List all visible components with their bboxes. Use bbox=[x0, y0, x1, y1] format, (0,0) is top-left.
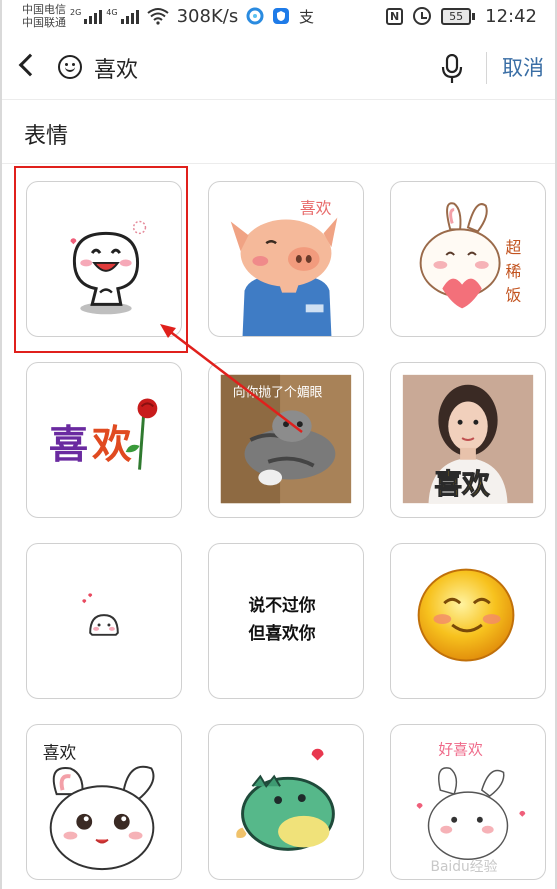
sticker-caption: 喜欢 bbox=[300, 199, 332, 218]
header-divider bbox=[486, 52, 487, 84]
clock: 12:42 bbox=[485, 5, 537, 27]
sticker-dino-image bbox=[236, 748, 335, 851]
carrier-names: 中国电信 中国联通 bbox=[22, 3, 66, 29]
svg-text:支: 支 bbox=[299, 8, 314, 25]
nfc-icon: N bbox=[386, 7, 404, 25]
svg-text:饭: 饭 bbox=[506, 285, 522, 304]
highlight-box bbox=[14, 166, 188, 353]
svg-text:喜: 喜 bbox=[49, 422, 88, 468]
qq-browser-icon bbox=[246, 7, 264, 25]
sticker-bunny-love[interactable]: 好喜欢 Baidu经验 bbox=[390, 724, 546, 880]
svg-text:欢: 欢 bbox=[91, 422, 132, 468]
search-input[interactable]: 喜欢 bbox=[94, 52, 138, 84]
sticker-smiley-image bbox=[417, 568, 515, 662]
sticker-caption: 好喜欢 bbox=[438, 742, 483, 759]
carrier-bottom: 中国联通 bbox=[22, 16, 66, 29]
sticker-tiny-blob[interactable] bbox=[26, 543, 182, 699]
shield-app-icon bbox=[273, 8, 290, 24]
section-divider bbox=[2, 163, 555, 164]
sticker-bunny-eyes-image: 喜欢 bbox=[43, 743, 155, 871]
sticker-pig-image: 喜欢 bbox=[230, 199, 338, 336]
sticker-caption: 喜欢 bbox=[434, 467, 490, 500]
sticker-green-dino[interactable] bbox=[208, 724, 364, 880]
back-chevron-icon[interactable] bbox=[18, 53, 42, 77]
svg-text:稀: 稀 bbox=[506, 262, 522, 281]
emoji-face-icon bbox=[58, 55, 82, 79]
battery-icon: 55 bbox=[441, 7, 476, 25]
sticker-cat-photo[interactable]: 向你抛了个媚眼 bbox=[208, 362, 364, 518]
sticker-caption: 喜欢 bbox=[43, 743, 77, 763]
sticker-bunny-eyes[interactable]: 喜欢 bbox=[26, 724, 182, 880]
sticker-girl-image: 喜欢 bbox=[402, 374, 534, 504]
network-speed: 308K/s bbox=[176, 5, 239, 27]
sticker-text-only[interactable]: 说不过你 但喜欢你 bbox=[208, 543, 364, 699]
sticker-yellow-smiley[interactable] bbox=[390, 543, 546, 699]
microphone-icon[interactable] bbox=[440, 54, 464, 84]
sticker-pig-blushing[interactable]: 喜欢 bbox=[208, 181, 364, 337]
sticker-rabbit-image: 超 稀 饭 bbox=[419, 202, 522, 309]
sticker-girl-photo[interactable]: 喜欢 bbox=[390, 362, 546, 518]
sticker-caption: 向你抛了个媚眼 bbox=[233, 385, 323, 401]
sticker-bunny-love-image: 好喜欢 Baidu经验 bbox=[416, 742, 526, 875]
sticker-caption-2: 但喜欢你 bbox=[247, 623, 315, 643]
sticker-cat-image: 向你抛了个媚眼 bbox=[220, 374, 352, 504]
alarm-icon bbox=[413, 7, 432, 25]
sticker-tiny-blob-image bbox=[82, 593, 119, 636]
search-bar: 喜欢 取消 bbox=[2, 36, 555, 100]
section-title: 表情 bbox=[24, 124, 69, 149]
carrier-top: 中国电信 bbox=[22, 3, 66, 16]
svg-text:超: 超 bbox=[506, 238, 522, 257]
status-bar: 中国电信 中国联通 2G 4G 308K/s 支 N 55 12:42 bbox=[2, 0, 555, 32]
sticker-rose-image: 喜 欢 bbox=[49, 398, 158, 470]
sticker-rabbit-heart[interactable]: 超 稀 饭 bbox=[390, 181, 546, 337]
alipay-icon: 支 bbox=[299, 8, 314, 25]
signal-icon: 2G bbox=[70, 8, 103, 24]
sticker-xihuan-rose[interactable]: 喜 欢 bbox=[26, 362, 182, 518]
sticker-text-image: 说不过你 但喜欢你 bbox=[247, 595, 315, 643]
status-right: N 55 12:42 bbox=[386, 6, 537, 27]
baidu-watermark: Baidu经验 bbox=[430, 859, 497, 875]
wifi-icon bbox=[146, 8, 169, 25]
sticker-caption: 说不过你 bbox=[248, 595, 315, 615]
signal-icon-2: 4G bbox=[106, 8, 139, 24]
cancel-button[interactable]: 取消 bbox=[502, 52, 544, 82]
